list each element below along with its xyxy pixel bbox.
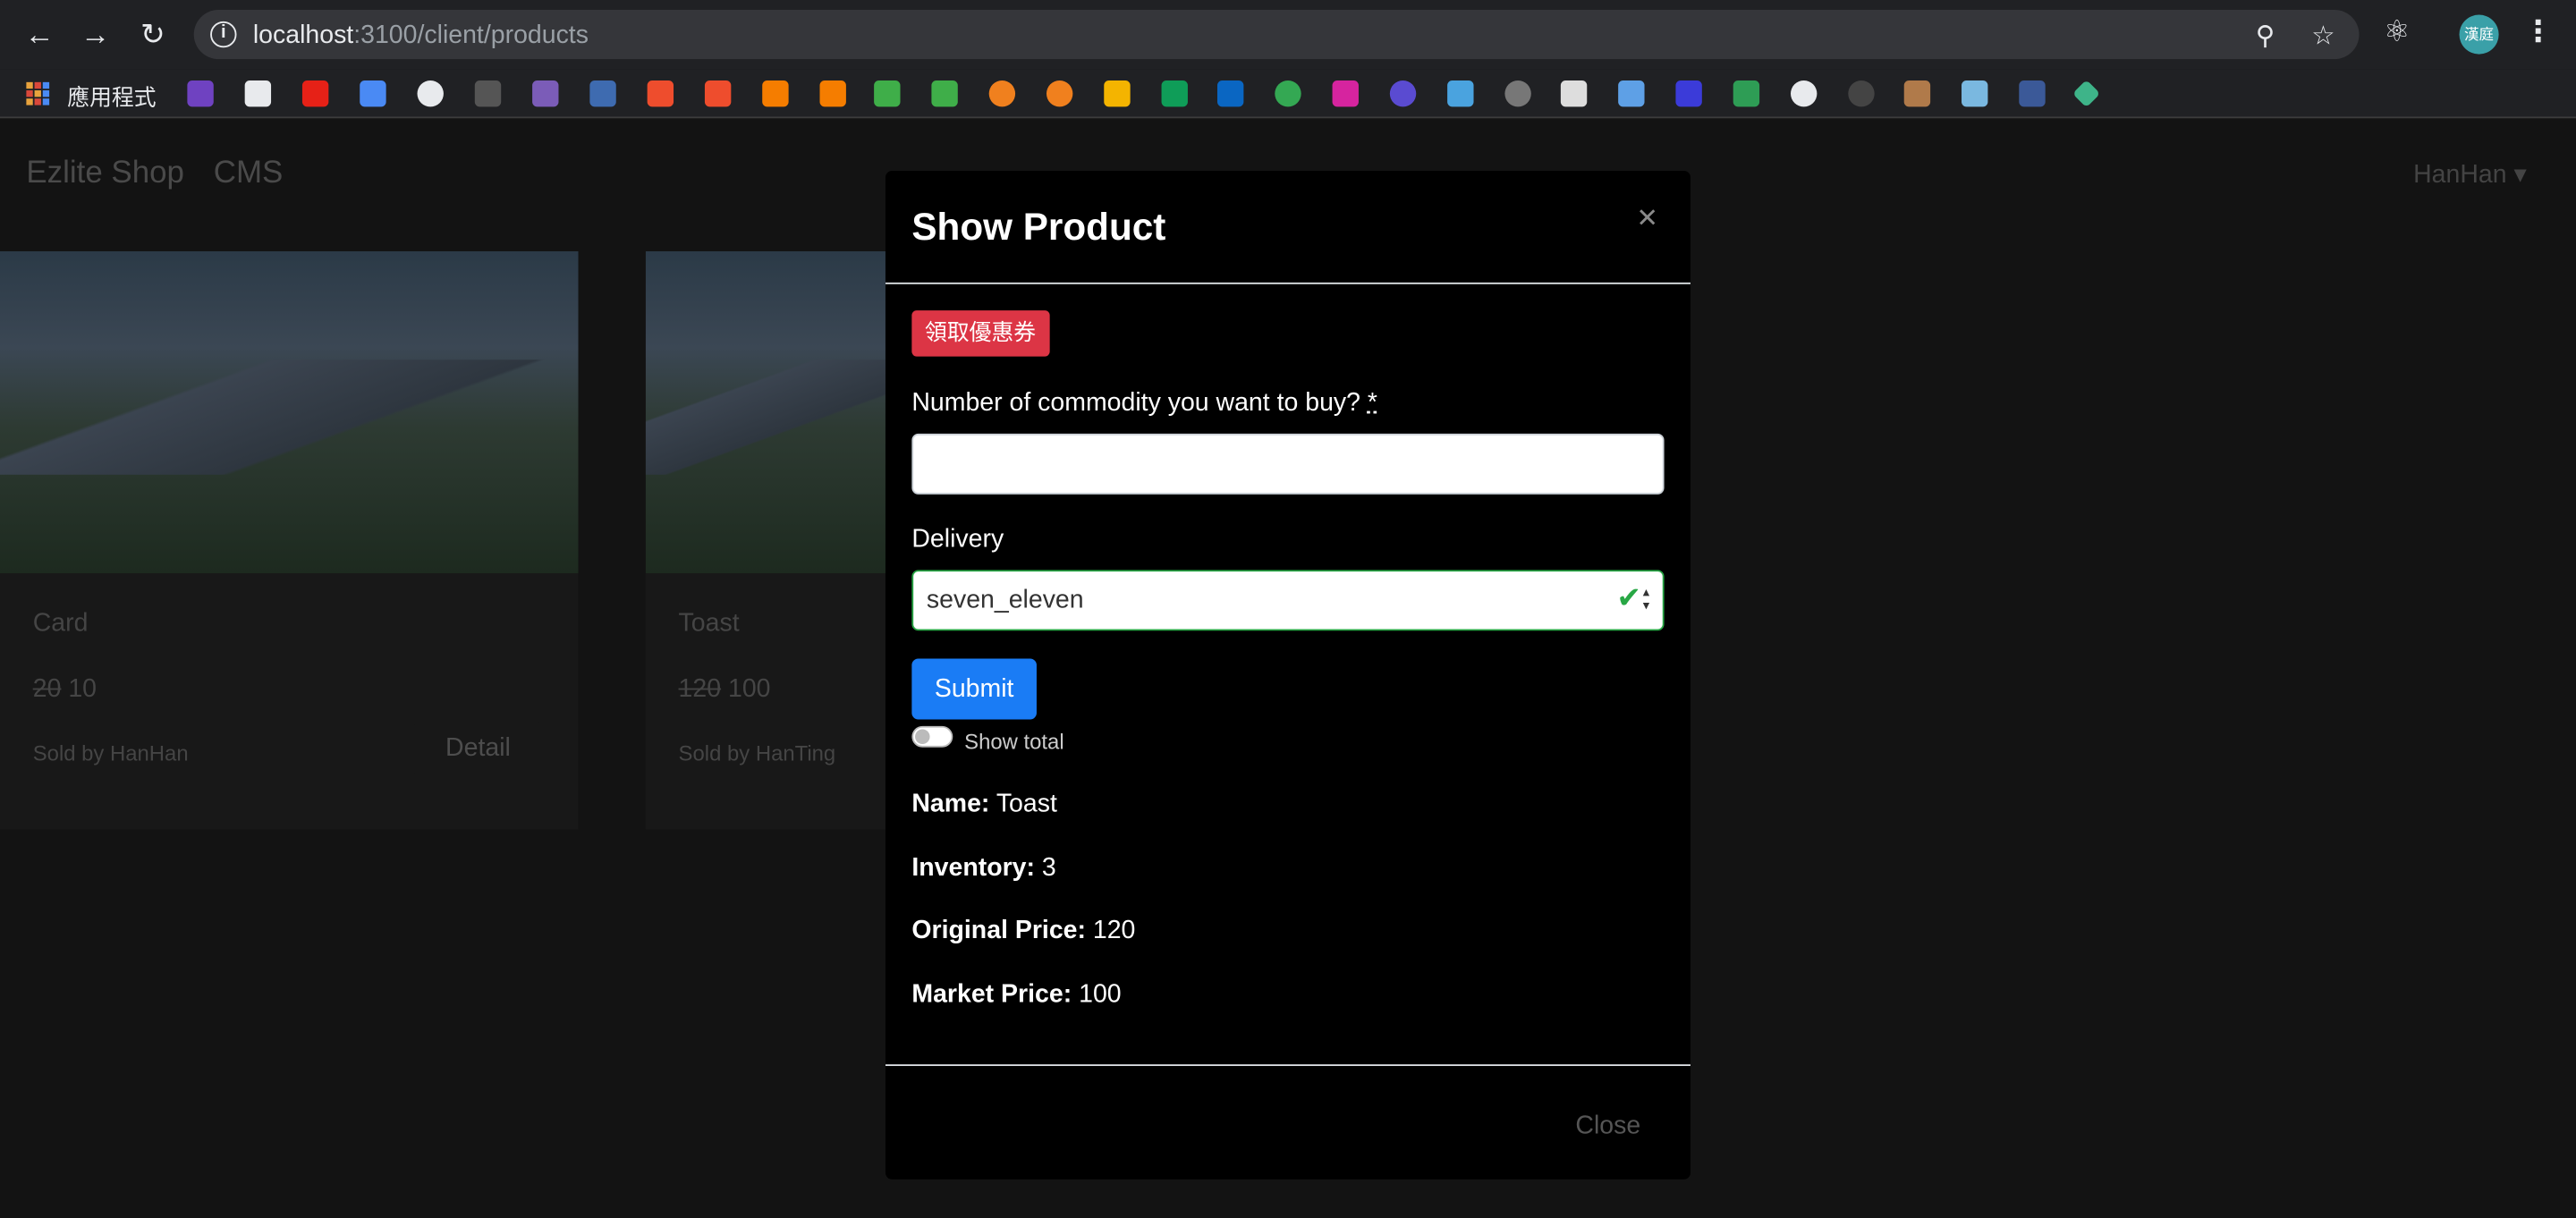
- bookmark-w-icon[interactable]: [1675, 80, 1702, 107]
- instagram-icon[interactable]: [1332, 80, 1359, 107]
- bookmark-icon[interactable]: [589, 80, 616, 107]
- blogger-icon[interactable]: [819, 80, 846, 107]
- bookmark-c-icon[interactable]: [874, 80, 901, 107]
- product-image: [0, 251, 579, 574]
- modal-footer: Close: [885, 1064, 1690, 1180]
- bookmark-c-icon[interactable]: [931, 80, 958, 107]
- reload-icon[interactable]: ↻: [133, 15, 173, 55]
- bookmark-icon[interactable]: [187, 80, 214, 107]
- translate-icon[interactable]: [360, 80, 386, 107]
- bookmark-icon[interactable]: [1962, 80, 1988, 107]
- product-seller: Sold by HanHan: [32, 740, 189, 765]
- product-seller: Sold by HanTing: [678, 740, 836, 765]
- google-drive-icon[interactable]: [1161, 80, 1188, 107]
- shopee-icon[interactable]: [704, 80, 732, 107]
- shopee-icon[interactable]: [647, 80, 674, 107]
- coupon-button[interactable]: 領取優惠券: [911, 310, 1049, 357]
- close-icon[interactable]: ✕: [1636, 207, 1662, 233]
- bookmarks-bar: 應用程式: [0, 69, 2576, 119]
- browser-menu-icon[interactable]: ⋮: [2523, 15, 2553, 50]
- bookmark-icon[interactable]: [1447, 80, 1474, 107]
- apps-label[interactable]: 應用程式: [67, 79, 156, 112]
- bookmark-icon[interactable]: [474, 80, 502, 107]
- bookmark-icon[interactable]: [1560, 80, 1588, 107]
- show-total-label: Show total: [964, 729, 1064, 755]
- product-image: [645, 251, 886, 574]
- delivery-select[interactable]: seven_eleven ✔ ▴ ▾: [911, 570, 1665, 631]
- submit-button[interactable]: Submit: [911, 658, 1037, 720]
- bookmark-diamond-icon[interactable]: [2072, 80, 2101, 108]
- bookmark-w-icon[interactable]: [1618, 80, 1645, 107]
- product-price: 20 10: [32, 674, 97, 704]
- bookmark-icon[interactable]: [1046, 80, 1073, 107]
- bookmark-star-icon[interactable]: ☆: [2311, 20, 2334, 53]
- delivery-selected-value: seven_eleven: [926, 586, 1084, 614]
- bookmark-icon[interactable]: [1275, 80, 1301, 107]
- zoom-icon[interactable]: ⚲: [2256, 20, 2275, 53]
- show-total-toggle[interactable]: [911, 725, 953, 748]
- linkedin-icon[interactable]: [1216, 80, 1244, 107]
- facebook-icon[interactable]: [2019, 80, 2046, 107]
- required-mark: *: [1367, 389, 1378, 418]
- profile-avatar[interactable]: 漢庭: [2459, 14, 2499, 55]
- product-card: Toast 120 100 Sold by HanTing: [645, 251, 886, 830]
- info-original-price: Original Price: 120: [911, 916, 1136, 945]
- url-text[interactable]: localhost:3100/client/products: [253, 21, 589, 51]
- bookmark-icon[interactable]: [1733, 80, 1760, 107]
- bookmark-icon[interactable]: [1504, 80, 1531, 107]
- youtube-icon[interactable]: [301, 80, 329, 107]
- heroku-icon[interactable]: [532, 80, 559, 107]
- back-arrow-icon[interactable]: ←: [20, 15, 59, 55]
- product-title: Card: [32, 609, 89, 638]
- address-bar[interactable]: i localhost:3100/client/products ⚲ ☆: [193, 10, 2360, 60]
- globe-icon[interactable]: [1791, 80, 1818, 107]
- brand-link[interactable]: Ezlite Shop: [26, 156, 184, 191]
- google-drive-icon[interactable]: [1104, 80, 1131, 107]
- browser-toolbar: ← → ↻ i localhost:3100/client/products ⚲…: [0, 0, 2576, 70]
- info-market-price: Market Price: 100: [911, 980, 1122, 1009]
- info-name: Name: Toast: [911, 790, 1057, 818]
- valid-check-icon: ✔: [1616, 581, 1642, 614]
- info-inventory: Inventory: 3: [911, 854, 1056, 883]
- product-title: Toast: [678, 609, 740, 638]
- blogger-icon[interactable]: [762, 80, 789, 107]
- react-devtools-icon[interactable]: ⚛: [2384, 15, 2411, 50]
- delivery-label: Delivery: [911, 525, 1004, 554]
- forward-arrow-icon[interactable]: →: [75, 15, 114, 55]
- bookmark-icon[interactable]: [988, 80, 1016, 107]
- select-caret-icon: ▴ ▾: [1642, 584, 1650, 613]
- github-icon[interactable]: [417, 80, 444, 107]
- apps-grid-icon[interactable]: [26, 81, 50, 106]
- quantity-label: Number of commodity you want to buy? *: [911, 389, 1378, 418]
- site-info-icon[interactable]: i: [210, 21, 237, 48]
- show-product-modal: Show Product ✕ 領取優惠券 Number of commodity…: [885, 171, 1690, 1180]
- gmail-icon[interactable]: [244, 80, 272, 107]
- modal-header: Show Product ✕: [885, 171, 1690, 284]
- bookmark-icon[interactable]: [1389, 80, 1417, 107]
- quantity-input[interactable]: [911, 433, 1665, 495]
- detail-button[interactable]: Detail: [413, 721, 543, 777]
- bookmark-icon[interactable]: [1848, 80, 1875, 107]
- modal-title: Show Product: [911, 205, 1166, 249]
- product-card: Card 20 10 Sold by HanHan Detail: [0, 251, 579, 830]
- product-price: 120 100: [678, 674, 771, 704]
- bookmark-icon[interactable]: [1903, 80, 1931, 107]
- cms-link[interactable]: CMS: [214, 156, 284, 191]
- user-menu[interactable]: HanHan ▾: [2413, 159, 2527, 190]
- close-button[interactable]: Close: [1575, 1112, 1640, 1141]
